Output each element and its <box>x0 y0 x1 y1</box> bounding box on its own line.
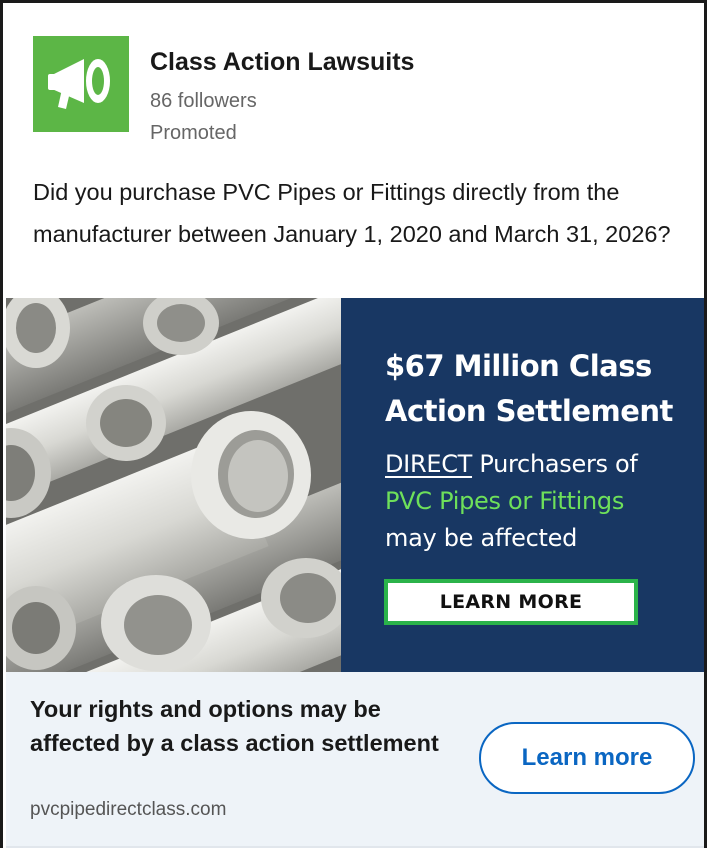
ad-learn-more-button[interactable]: LEARN MORE <box>384 579 638 625</box>
megaphone-icon <box>48 59 110 109</box>
learn-more-button[interactable]: Learn more <box>479 722 695 794</box>
ad-sub-end: may be affected <box>385 524 578 552</box>
company-logo[interactable] <box>33 36 129 132</box>
ad-highlight: PVC Pipes or Fittings <box>385 487 625 515</box>
company-name[interactable]: Class Action Lawsuits <box>150 48 414 77</box>
ad-title: $67 Million Class Action Settlement <box>385 349 673 428</box>
post-text: Did you purchase PVC Pipes or Fittings d… <box>33 179 671 247</box>
ad-creative-image[interactable]: $67 Million Class Action Settlement DIRE… <box>6 298 704 672</box>
pvc-pipes-image <box>6 298 341 672</box>
promoted-post-card: Class Action Lawsuits 86 followers Promo… <box>0 0 707 848</box>
ad-text-panel: $67 Million Class Action Settlement DIRE… <box>341 298 704 672</box>
ad-direct-label: DIRECT <box>385 450 473 478</box>
ad-subtitle: DIRECT Purchasers of PVC Pipes or Fittin… <box>385 446 695 557</box>
footer-domain: pvcpipedirectclass.com <box>30 799 227 820</box>
ad-sub-rest: Purchasers of <box>472 450 638 478</box>
post-header: Class Action Lawsuits 86 followers Promo… <box>33 36 673 146</box>
promoted-label: Promoted <box>150 122 237 144</box>
post-footer: Your rights and options may be affected … <box>6 672 704 848</box>
follower-count: 86 followers <box>150 90 257 112</box>
footer-headline[interactable]: Your rights and options may be affected … <box>30 692 470 760</box>
